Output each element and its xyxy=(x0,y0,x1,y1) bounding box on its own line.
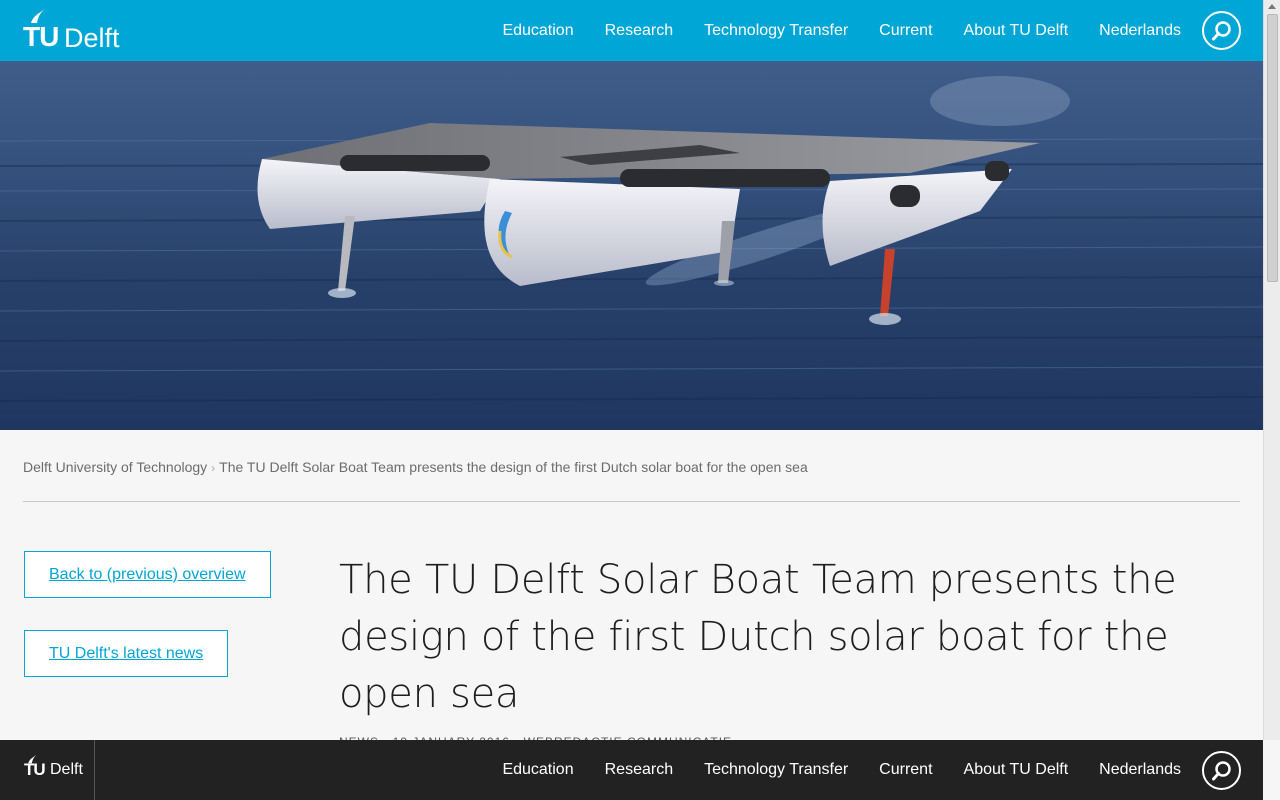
nav-current[interactable]: Current xyxy=(879,761,932,779)
sticky-navigation-bar: TU Delft Education Research Technology T… xyxy=(0,740,1263,800)
logo-tu-text: TU xyxy=(23,21,59,52)
nav-education[interactable]: Education xyxy=(502,22,573,40)
nav-current[interactable]: Current xyxy=(879,22,932,40)
tu-delft-logo-small[interactable]: TU Delft xyxy=(24,754,94,784)
page-scrollbar[interactable] xyxy=(1263,0,1280,740)
logo-delft-text: Delft xyxy=(64,23,120,53)
breadcrumb: Delft University of Technology › The TU De… xyxy=(23,459,808,475)
tu-delft-logo[interactable]: TU Delft xyxy=(23,8,133,53)
nav-research[interactable]: Research xyxy=(605,761,673,779)
solar-boat-illustration xyxy=(0,76,1263,402)
breadcrumb-current: The TU Delft Solar Boat Team presents th… xyxy=(219,459,808,475)
scroll-thumb[interactable] xyxy=(1267,14,1278,282)
logo-divider xyxy=(94,740,95,800)
logo-delft-text: Delft xyxy=(50,761,83,778)
nav-technology-transfer[interactable]: Technology Transfer xyxy=(704,761,848,779)
logo-tu-text: TU xyxy=(24,760,46,779)
nav-education[interactable]: Education xyxy=(502,761,573,779)
nav-about[interactable]: About TU Delft xyxy=(964,761,1069,779)
search-icon xyxy=(1211,20,1231,40)
back-to-overview-button[interactable]: Back to (previous) overview xyxy=(24,551,271,598)
search-button[interactable] xyxy=(1202,11,1241,50)
search-icon xyxy=(1211,760,1231,780)
nav-nederlands[interactable]: Nederlands xyxy=(1099,761,1181,779)
hero-image xyxy=(0,61,1263,430)
search-button[interactable] xyxy=(1202,751,1241,790)
breadcrumb-separator: › xyxy=(211,461,216,475)
scroll-up-arrow-icon[interactable] xyxy=(1268,4,1276,9)
top-navigation-bar: TU Delft Education Research Technology T… xyxy=(0,0,1263,61)
sticky-nav: Education Research Technology Transfer C… xyxy=(471,740,1181,800)
nav-about[interactable]: About TU Delft xyxy=(964,22,1069,40)
breadcrumb-home-link[interactable]: Delft University of Technology xyxy=(23,459,207,475)
nav-nederlands[interactable]: Nederlands xyxy=(1099,22,1181,40)
breadcrumb-divider xyxy=(23,501,1240,502)
main-nav: Education Research Technology Transfer C… xyxy=(471,0,1181,61)
latest-news-button[interactable]: TU Delft's latest news xyxy=(24,630,229,677)
nav-research[interactable]: Research xyxy=(605,22,673,40)
nav-technology-transfer[interactable]: Technology Transfer xyxy=(704,22,848,40)
article-title: The TU Delft Solar Boat Team presents th… xyxy=(339,557,1177,717)
